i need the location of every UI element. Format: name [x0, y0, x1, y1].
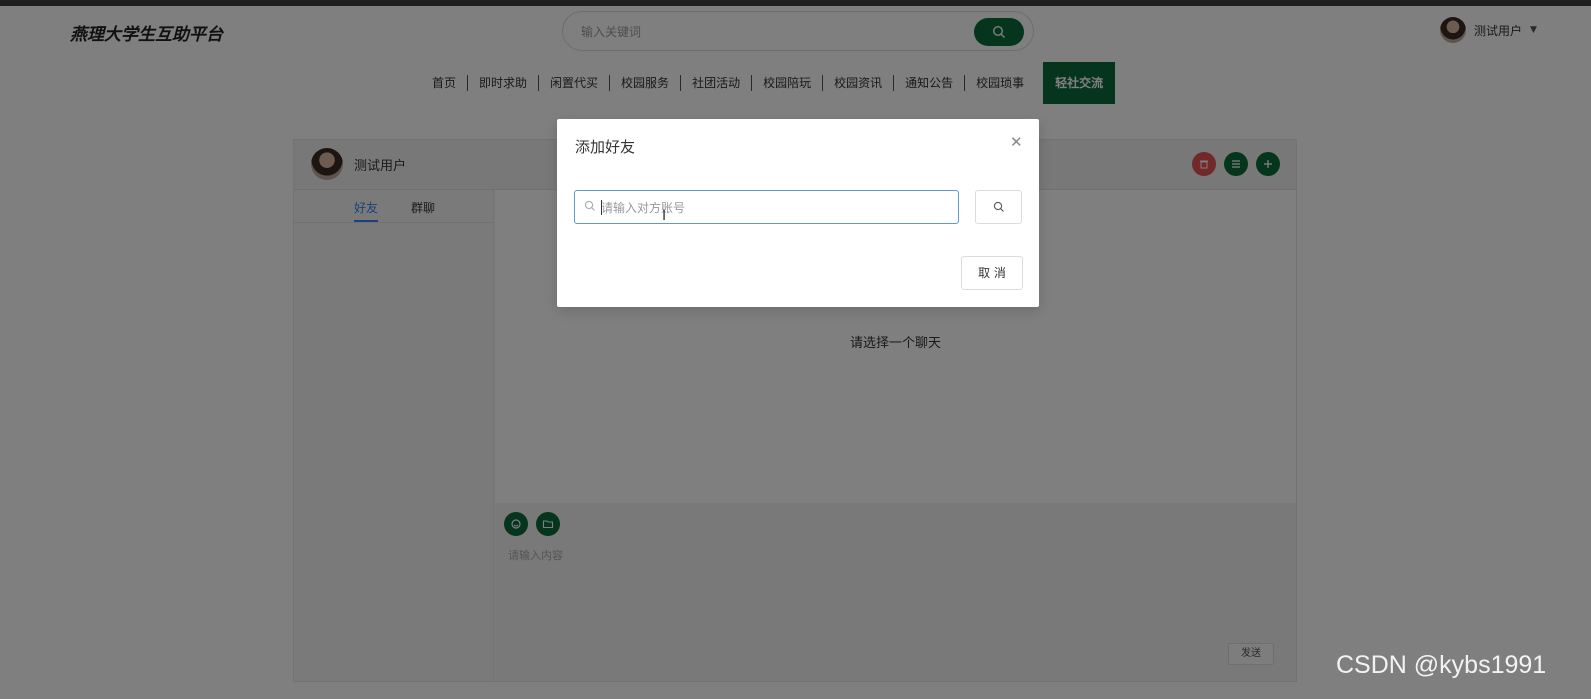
mouse-ibeam-cursor-icon: I [662, 208, 667, 224]
dialog-title: 添加好友 [575, 138, 636, 156]
search-icon [584, 200, 595, 211]
watermark: CSDN @kybs1991 [1336, 651, 1547, 679]
account-search-button[interactable] [975, 190, 1022, 224]
modal-overlay[interactable] [0, 6, 1591, 699]
search-icon [993, 201, 1004, 212]
add-friend-dialog: 添加好友 ✕ 取 消 [557, 119, 1039, 307]
cancel-button[interactable]: 取 消 [961, 256, 1023, 290]
account-input[interactable] [601, 198, 941, 218]
close-icon[interactable]: ✕ [1010, 135, 1023, 150]
text-caret [601, 200, 602, 215]
account-input-wrapper [574, 190, 959, 224]
